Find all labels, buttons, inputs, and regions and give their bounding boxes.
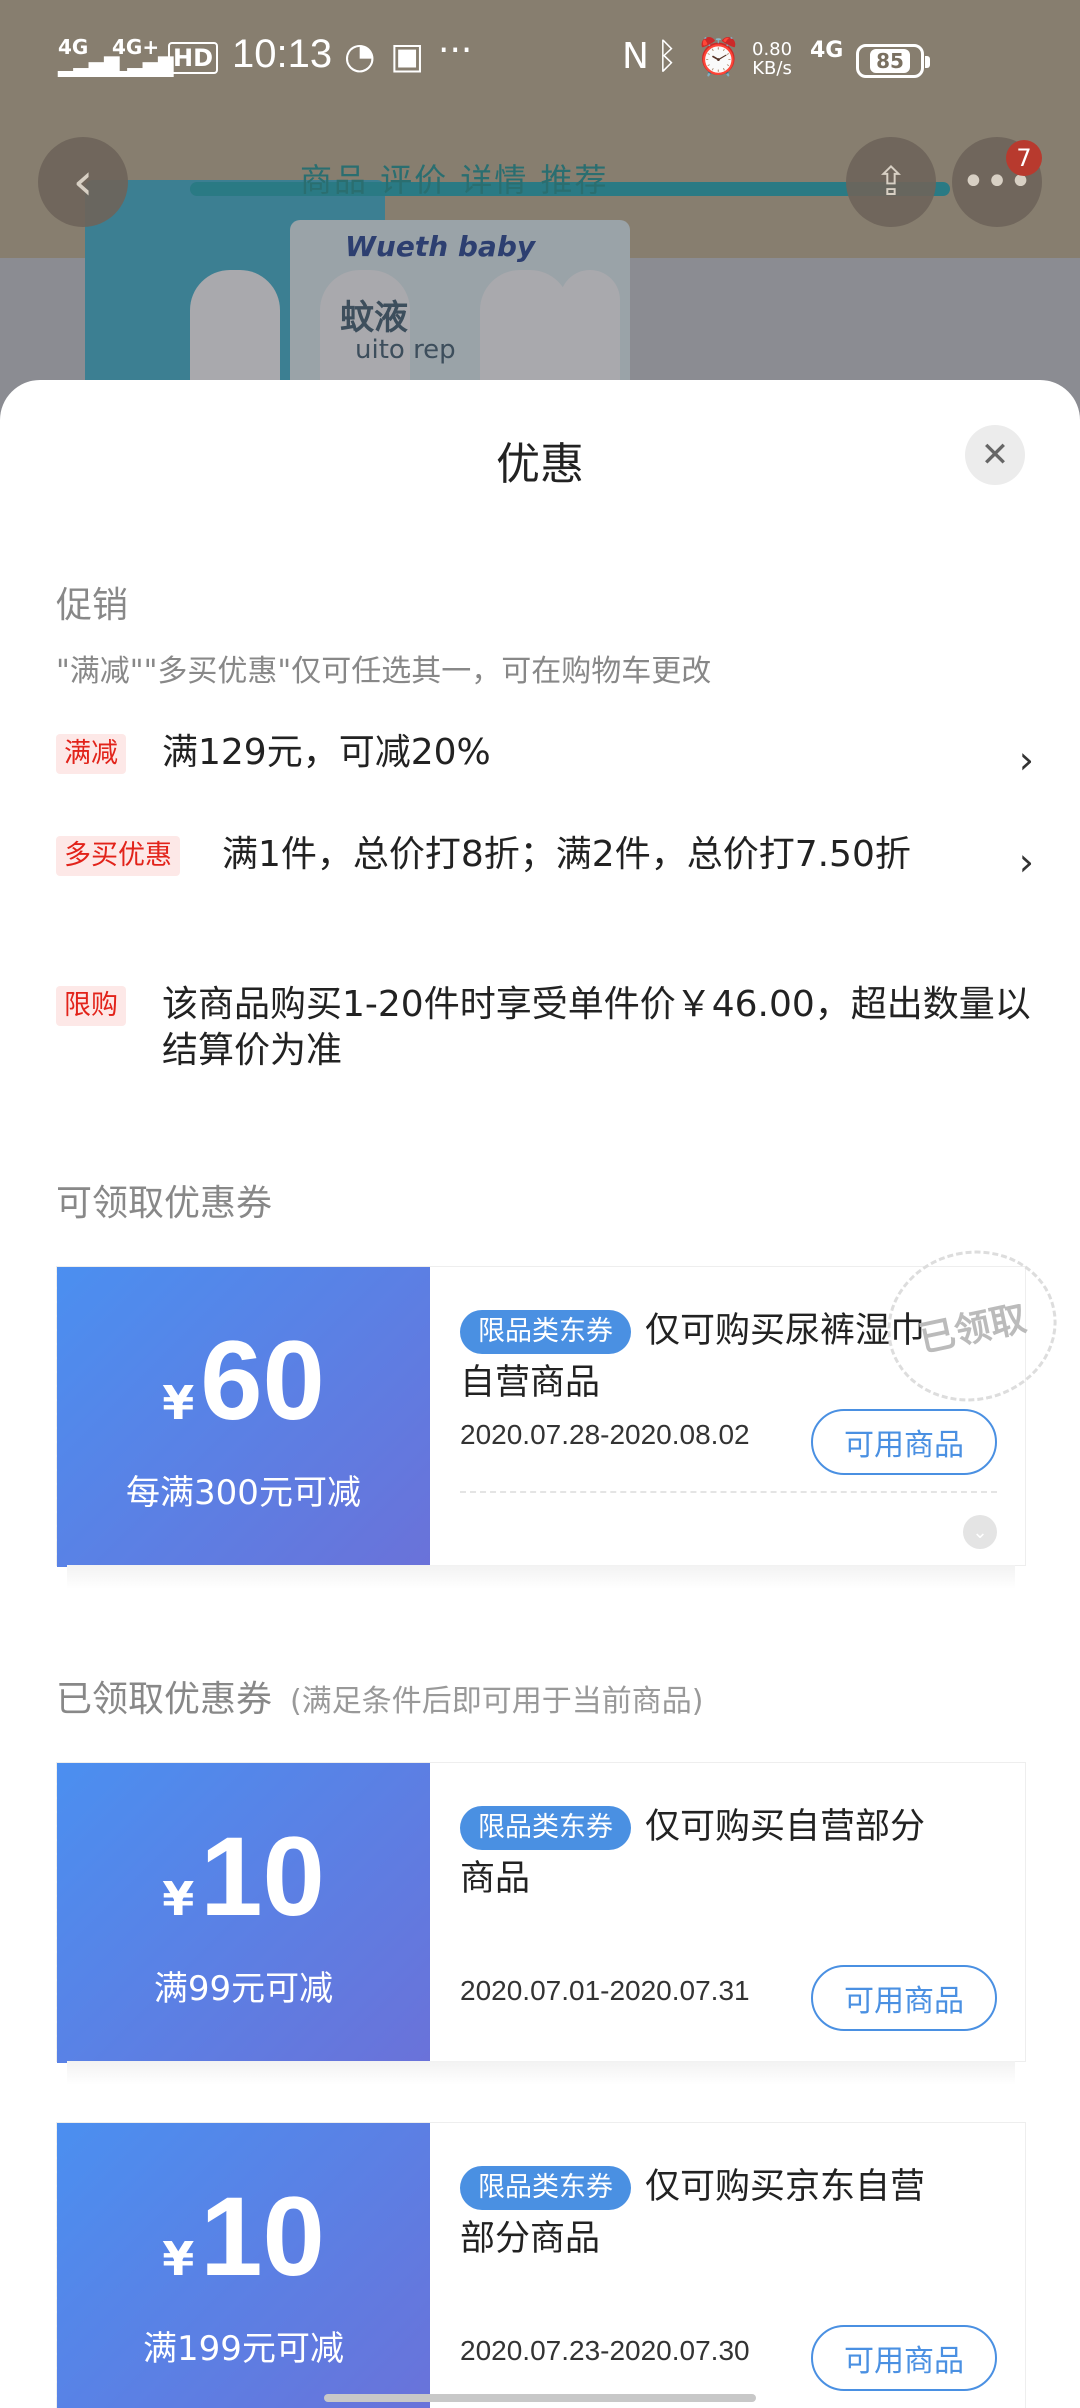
back-button[interactable]: ‹ — [38, 137, 128, 227]
coupon-description: 限品类东券 仅可购买京东自营部分商品 — [460, 2161, 950, 2265]
network-type-icon: 4G — [810, 38, 844, 63]
product-sub-label: uito rep — [355, 335, 456, 365]
promo-row-full-reduction[interactable]: 满减 满129元，可减20% › — [56, 732, 1034, 794]
more-notifications-icon: ··· — [438, 30, 473, 71]
claimed-title-text: 已领取优惠券 — [56, 1679, 273, 1720]
amount-value: 10 — [200, 1814, 325, 1939]
amount-value: 10 — [200, 2174, 325, 2299]
signal-label-2: 4G+ — [112, 35, 160, 59]
promo-row-multi-buy[interactable]: 多买优惠 满1件，总价打8折；满2件，总价打7.50折 › — [56, 834, 1034, 936]
hd-icon: HD — [168, 42, 219, 74]
promo-tag: 限购 — [56, 986, 126, 1026]
usable-products-button[interactable]: 可用商品 — [811, 2325, 997, 2391]
close-button[interactable]: ✕ — [965, 425, 1025, 485]
speed-unit: KB/s — [752, 58, 792, 79]
expand-chevron-icon[interactable]: ⌄ — [963, 1515, 997, 1549]
coupon-date: 2020.07.28-2020.08.02 — [460, 1419, 750, 1450]
signal-label-1: 4G — [58, 35, 89, 59]
battery-level: 85 — [870, 49, 910, 73]
app-notification-icon: ◔ — [344, 36, 376, 77]
promotions-note: "满减""多买优惠"仅可任选其一，可在购物车更改 — [56, 654, 712, 689]
coupon-detail-panel: 限品类东券 仅可购买自营部分商品 2020.07.01-2020.07.31 可用… — [430, 1763, 1025, 2063]
brand-logo-text: Wueth baby — [345, 230, 536, 263]
chevron-right-icon: › — [1018, 840, 1034, 884]
claimed-coupons-title: 已领取优惠券 (满足条件后即可用于当前商品) — [56, 1670, 703, 1722]
coupon-shadow — [67, 2061, 1015, 2085]
coupon-amount: ¥ 10 — [57, 1821, 430, 1933]
pay-notification-icon: ▣ — [390, 36, 425, 77]
coupon-amount: ¥ 10 — [57, 2181, 430, 2293]
category-tag: 限品类东券 — [460, 2166, 631, 2210]
yen-symbol: ¥ — [162, 2232, 195, 2286]
promo-tag: 满减 — [56, 734, 126, 774]
coupon-date: 2020.07.01-2020.07.31 — [460, 1975, 750, 2006]
yen-symbol: ¥ — [162, 1376, 195, 1430]
coupon-value-panel: ¥ 10 满199元可减 — [51, 2123, 430, 2408]
promo-tag: 多买优惠 — [56, 836, 180, 876]
coupon-description: 限品类东券 仅可购买自营部分商品 — [460, 1801, 950, 1905]
category-tag: 限品类东券 — [460, 1310, 631, 1354]
usable-products-button[interactable]: 可用商品 — [811, 1409, 997, 1475]
speed-value: 0.80 — [752, 39, 793, 60]
coupon-card[interactable]: ¥ 10 满199元可减 限品类东券 仅可购买京东自营部分商品 2020.07.2… — [51, 2122, 1026, 2408]
share-icon: ⇪ — [874, 159, 908, 205]
coupon-condition: 每满300元可减 — [126, 1473, 361, 1513]
background-tabs: 商品 评价 详情 推荐 — [300, 161, 609, 199]
coupon-detail-panel: 限品类东券 仅可购买京东自营部分商品 2020.07.23-2020.07.30 … — [430, 2123, 1025, 2408]
promo-row-purchase-limit: 限购 该商品购买1-20件时享受单件价￥46.00，超出数量以结算价为准 — [56, 984, 1031, 1086]
coupon-value-panel: ¥ 10 满99元可减 — [51, 1763, 430, 2063]
close-icon: ✕ — [980, 435, 1010, 475]
more-badge: 7 — [1006, 140, 1042, 176]
coupon-description: 限品类东券 仅可购买尿裤湿巾自营商品 — [460, 1305, 950, 1409]
clock: 10:13 — [232, 32, 333, 76]
coupon-amount: ¥ 60 — [57, 1325, 430, 1437]
coupon-card[interactable]: ¥ 10 满99元可减 限品类东券 仅可购买自营部分商品 2020.07.01-2… — [51, 1762, 1026, 2085]
share-button[interactable]: ⇪ — [846, 137, 936, 227]
signal-icon-1: 4G ▂▃▅▇ — [58, 35, 120, 77]
amount-value: 60 — [200, 1318, 325, 1443]
bluetooth-icon: ᛒ — [656, 36, 678, 77]
home-indicator[interactable] — [324, 2394, 756, 2402]
alarm-icon: ⏰ — [696, 37, 741, 78]
claimed-subtitle: (满足条件后即可用于当前商品) — [290, 1684, 704, 1719]
promo-text: 该商品购买1-20件时享受单件价￥46.00，超出数量以结算价为准 — [162, 984, 1031, 1071]
coupon-condition: 满99元可减 — [153, 1969, 334, 2009]
available-coupons-title: 可领取优惠券 — [56, 1183, 273, 1224]
promo-text: 满1件，总价打8折；满2件，总价打7.50折 — [222, 834, 911, 875]
coupon-condition: 满199元可减 — [143, 2329, 344, 2369]
chevron-right-icon: › — [1018, 738, 1034, 782]
coupon-shadow — [67, 1565, 1015, 1589]
usable-products-button[interactable]: 可用商品 — [811, 1965, 997, 2031]
network-speed: 0.80 KB/s — [752, 40, 792, 78]
battery-icon: 85 — [856, 44, 930, 78]
yen-symbol: ¥ — [162, 1872, 195, 1926]
sheet-title: 优惠 — [496, 439, 584, 490]
status-bar: 4G ▂▃▅▇ 4G+ ▂▃▅▇ HD 10:13 ◔ ▣ ··· N ᛒ ⏰ 0.… — [0, 0, 1080, 122]
category-tag: 限品类东券 — [460, 1806, 631, 1850]
discount-sheet: 优惠 ✕ 促销 "满减""多买优惠"仅可任选其一，可在购物车更改 满减 满129… — [0, 380, 1080, 2408]
divider — [460, 1491, 997, 1493]
chevron-left-icon: ‹ — [72, 152, 94, 212]
promo-text: 满129元，可减20% — [162, 732, 491, 773]
signal-icon-2: 4G+ ▂▃▅▇ — [112, 35, 174, 77]
coupon-value-panel: ¥ 60 每满300元可减 — [51, 1267, 430, 1567]
product-label: 蚊液 — [340, 298, 408, 338]
promotions-title: 促销 — [56, 585, 129, 626]
coupon-date: 2020.07.23-2020.07.30 — [460, 2335, 750, 2366]
coupon-card[interactable]: ¥ 60 每满300元可减 限品类东券 仅可购买尿裤湿巾自营商品 2020.07.… — [51, 1234, 1071, 1589]
nfc-icon: N — [622, 36, 649, 77]
